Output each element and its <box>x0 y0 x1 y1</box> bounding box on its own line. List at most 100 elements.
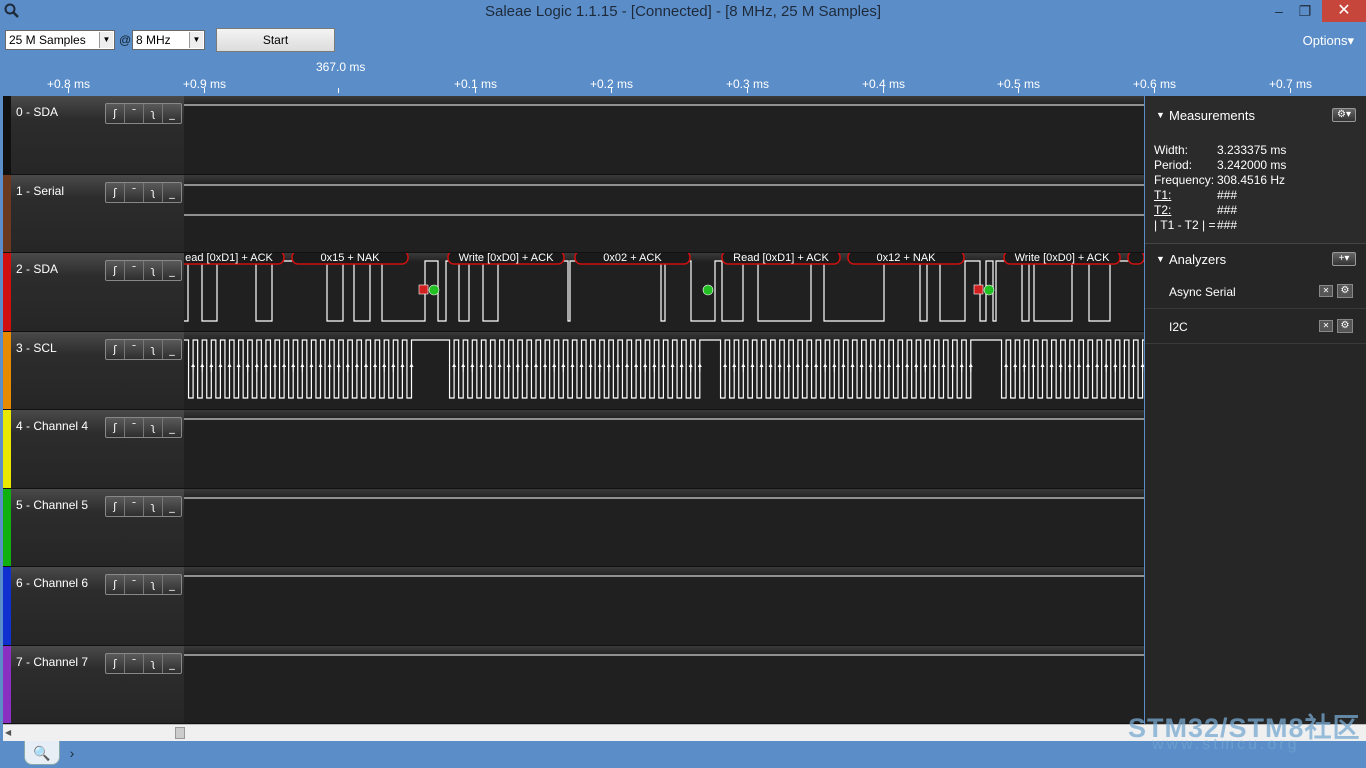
channel-waveform[interactable] <box>184 331 1144 410</box>
channel-waveform[interactable] <box>184 174 1144 253</box>
high-level-icon[interactable]: ¯ <box>125 182 144 202</box>
falling-edge-icon[interactable]: ʅ <box>144 182 163 202</box>
low-level-icon[interactable]: _ <box>163 183 181 202</box>
analyzer-item[interactable]: Async Serial ✕ ⚙ <box>1145 275 1366 309</box>
high-level-icon[interactable]: ¯ <box>125 496 144 516</box>
measurement-value: 308.4516 Hz <box>1217 173 1286 187</box>
i2c-frame-bubble[interactable]: 0x12 + NAK <box>847 253 965 265</box>
next-tab-icon[interactable]: › <box>62 741 82 765</box>
gear-icon[interactable]: ⚙ <box>1337 284 1353 298</box>
i2c-frame-label: ead [0xD1] + ACK <box>185 253 273 264</box>
measurement-value: 3.242000 ms <box>1217 158 1287 172</box>
i2c-frame-bubble[interactable]: ead [0xD1] + ACK <box>184 253 285 265</box>
rising-edge-icon[interactable]: ʃ <box>106 339 125 359</box>
scroll-left-icon[interactable]: ◀ <box>5 728 11 737</box>
high-level-icon[interactable]: ¯ <box>125 261 144 280</box>
minimize-button[interactable]: – <box>1268 0 1290 22</box>
rising-edge-icon[interactable]: ʃ <box>106 104 125 123</box>
channel-waveform[interactable] <box>184 96 1144 175</box>
falling-edge-icon[interactable]: ʅ <box>144 496 163 516</box>
title-bar: Saleae Logic 1.1.15 - [Connected] - [8 M… <box>0 0 1366 24</box>
analyzers-header[interactable]: ▼ Analyzers +▾ <box>1145 244 1366 274</box>
rising-edge-icon[interactable]: ʃ <box>106 182 125 202</box>
rising-edge-icon[interactable]: ʃ <box>106 261 125 280</box>
channel-waveform[interactable] <box>184 488 1144 567</box>
high-level-icon[interactable]: ¯ <box>125 653 144 673</box>
falling-edge-icon[interactable]: ʅ <box>144 575 163 594</box>
rising-edge-icon[interactable]: ʃ <box>106 575 125 594</box>
i2c-frame-bubble[interactable]: 0x15 + NAK <box>291 253 409 265</box>
channel-waveform[interactable] <box>184 645 1144 724</box>
i2c-frame-bubble[interactable]: Read [0xD1] + ACK <box>721 253 841 265</box>
channel-label[interactable]: 7 - Channel 7 ʃ ¯ ʅ _ <box>3 645 184 724</box>
channel-label[interactable]: 5 - Channel 5 ʃ ¯ ʅ _ <box>3 488 184 567</box>
low-level-icon[interactable]: _ <box>163 418 181 437</box>
channel-name: 3 - SCL <box>16 340 57 355</box>
channel-label[interactable]: 3 - SCL ʃ ¯ ʅ _ <box>3 331 184 410</box>
rising-edge-icon[interactable]: ʃ <box>106 418 125 437</box>
channel-label[interactable]: 4 - Channel 4 ʃ ¯ ʅ _ <box>3 410 184 489</box>
close-icon[interactable]: ✕ <box>1319 320 1333 332</box>
i2c-frame-label: 0x15 + NAK <box>320 253 380 264</box>
falling-edge-icon[interactable]: ʅ <box>144 653 163 673</box>
options-menu-button[interactable]: Options▾ <box>1303 33 1354 49</box>
measurements-header[interactable]: ▼ Measurements ⚙▾ <box>1145 100 1366 130</box>
side-panel: ▼ Measurements ⚙▾ Width: 3.233375 ms Perio… <box>1145 96 1366 724</box>
add-analyzer-button[interactable]: +▾ <box>1332 252 1356 266</box>
i2c-frame-bubble[interactable] <box>1127 253 1144 265</box>
collapse-triangle-icon[interactable]: ▼ <box>1156 254 1165 264</box>
chevron-down-icon[interactable]: ▼ <box>189 32 203 48</box>
close-icon[interactable]: ✕ <box>1319 285 1333 297</box>
collapse-triangle-icon[interactable]: ▼ <box>1156 110 1165 120</box>
high-level-icon[interactable]: ¯ <box>125 339 144 359</box>
rising-edge-icon[interactable]: ʃ <box>106 653 125 673</box>
channel-row: 1 - Serial ʃ ¯ ʅ _ <box>3 174 1144 253</box>
close-button[interactable]: ✕ <box>1322 0 1366 22</box>
chevron-down-icon[interactable]: ▼ <box>99 32 113 48</box>
i2c-frame-bubble[interactable]: Write [0xD0] + ACK <box>1003 253 1121 265</box>
channel-waveform[interactable]: ead [0xD1] + ACK 0x15 + NAK Write [0xD0] +… <box>184 253 1144 332</box>
channel-waveform[interactable] <box>184 410 1144 489</box>
scroll-thumb[interactable] <box>175 727 185 739</box>
channel-color-bar <box>3 410 11 488</box>
i2c-frame-bubble[interactable]: 0x02 + ACK <box>574 253 691 265</box>
falling-edge-icon[interactable]: ʅ <box>144 418 163 437</box>
low-level-icon[interactable]: _ <box>163 261 181 280</box>
trigger-buttons: ʃ ¯ ʅ _ <box>105 652 182 674</box>
low-level-icon[interactable]: _ <box>163 497 181 516</box>
sample-rate-select[interactable]: 8 MHz ▼ <box>132 30 205 50</box>
maximize-button[interactable]: ❐ <box>1294 0 1316 22</box>
search-icon[interactable]: 🔍 <box>24 741 60 765</box>
analyzer-name: Async Serial <box>1169 285 1236 299</box>
falling-edge-icon[interactable]: ʅ <box>144 261 163 280</box>
measurement-value: ### <box>1217 218 1238 232</box>
channel-label[interactable]: 1 - Serial ʃ ¯ ʅ _ <box>3 174 184 253</box>
channel-name: 4 - Channel 4 <box>16 419 89 433</box>
high-level-icon[interactable]: ¯ <box>125 418 144 437</box>
channels-panel: 0 - SDA ʃ ¯ ʅ _ 1 - Serial ʃ ¯ ʅ _ 2 - SDA ʃ ¯ ʅ _ ead … <box>3 96 1144 724</box>
low-level-icon[interactable]: _ <box>163 104 181 123</box>
high-level-icon[interactable]: ¯ <box>125 104 144 123</box>
channel-color-bar <box>3 331 11 409</box>
analyzer-item[interactable]: I2C ✕ ⚙ <box>1145 310 1366 344</box>
i2c-frame-bubble[interactable]: Write [0xD0] + ACK <box>447 253 565 265</box>
cursor-tick <box>338 88 339 93</box>
high-level-icon[interactable]: ¯ <box>125 575 144 594</box>
falling-edge-icon[interactable]: ʅ <box>144 104 163 123</box>
sample-count-select[interactable]: 25 M Samples ▼ <box>5 30 115 50</box>
channel-label[interactable]: 6 - Channel 6 ʃ ¯ ʅ _ <box>3 567 184 646</box>
measurement-label: Width: <box>1154 143 1189 157</box>
low-level-icon[interactable]: _ <box>163 654 181 673</box>
gear-icon[interactable]: ⚙ <box>1337 319 1353 333</box>
ruler-tick-mark <box>747 88 748 93</box>
rising-edge-icon[interactable]: ʃ <box>106 496 125 516</box>
low-level-icon[interactable]: _ <box>163 340 181 359</box>
time-ruler[interactable]: 367.0 ms +0.8 ms +0.9 ms +0.1 ms +0.2 ms +0.… <box>0 58 1366 96</box>
settings-gear-icon[interactable]: ⚙▾ <box>1332 108 1356 122</box>
channel-label[interactable]: 0 - SDA ʃ ¯ ʅ _ <box>3 96 184 175</box>
low-level-icon[interactable]: _ <box>163 575 181 594</box>
channel-label[interactable]: 2 - SDA ʃ ¯ ʅ _ <box>3 253 184 332</box>
start-button[interactable]: Start <box>216 28 335 52</box>
channel-waveform[interactable] <box>184 567 1144 646</box>
falling-edge-icon[interactable]: ʅ <box>144 339 163 359</box>
